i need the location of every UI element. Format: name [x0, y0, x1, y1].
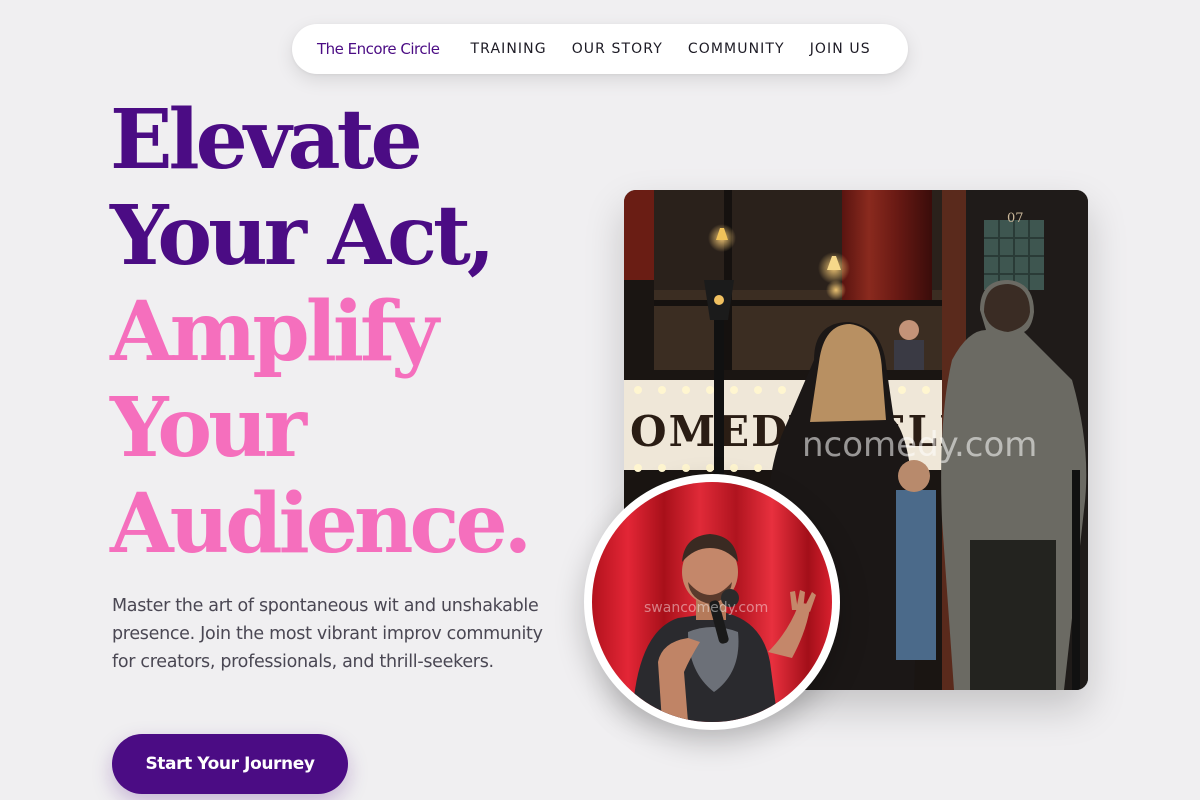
portrait-watermark: swancomedy.com: [644, 600, 768, 616]
nav-link-community[interactable]: COMMUNITY: [688, 41, 785, 57]
headline-line: Your: [110, 380, 307, 476]
comedian-portrait: swancomedy.com: [584, 474, 840, 730]
door-number-text: 07: [1007, 211, 1024, 226]
start-journey-button[interactable]: Start Your Journey: [112, 734, 348, 794]
headline-line: Audience.: [110, 476, 532, 572]
brand-logo-link[interactable]: The Encore Circle: [317, 40, 440, 58]
nav-link-training[interactable]: TRAINING: [471, 41, 547, 57]
top-navigation: The Encore Circle TRAINING OUR STORY COM…: [292, 24, 908, 74]
comedian-portrait-image: swancomedy.com: [592, 482, 832, 722]
headline-line: Your Act,: [110, 188, 495, 284]
nav-link-our-story[interactable]: OUR STORY: [572, 41, 663, 57]
headline-line: Elevate: [110, 92, 423, 188]
nav-link-join-us[interactable]: JOIN US: [810, 41, 871, 57]
hero-description: Master the art of spontaneous wit and un…: [112, 596, 543, 672]
nav-links: TRAINING OUR STORY COMMUNITY JOIN US: [471, 41, 871, 57]
photo-watermark: ncomedy.com: [802, 425, 1037, 465]
hero-headline: Elevate Your Act, Amplify Your Audience.: [110, 92, 532, 572]
headline-line: Amplify: [110, 284, 439, 380]
